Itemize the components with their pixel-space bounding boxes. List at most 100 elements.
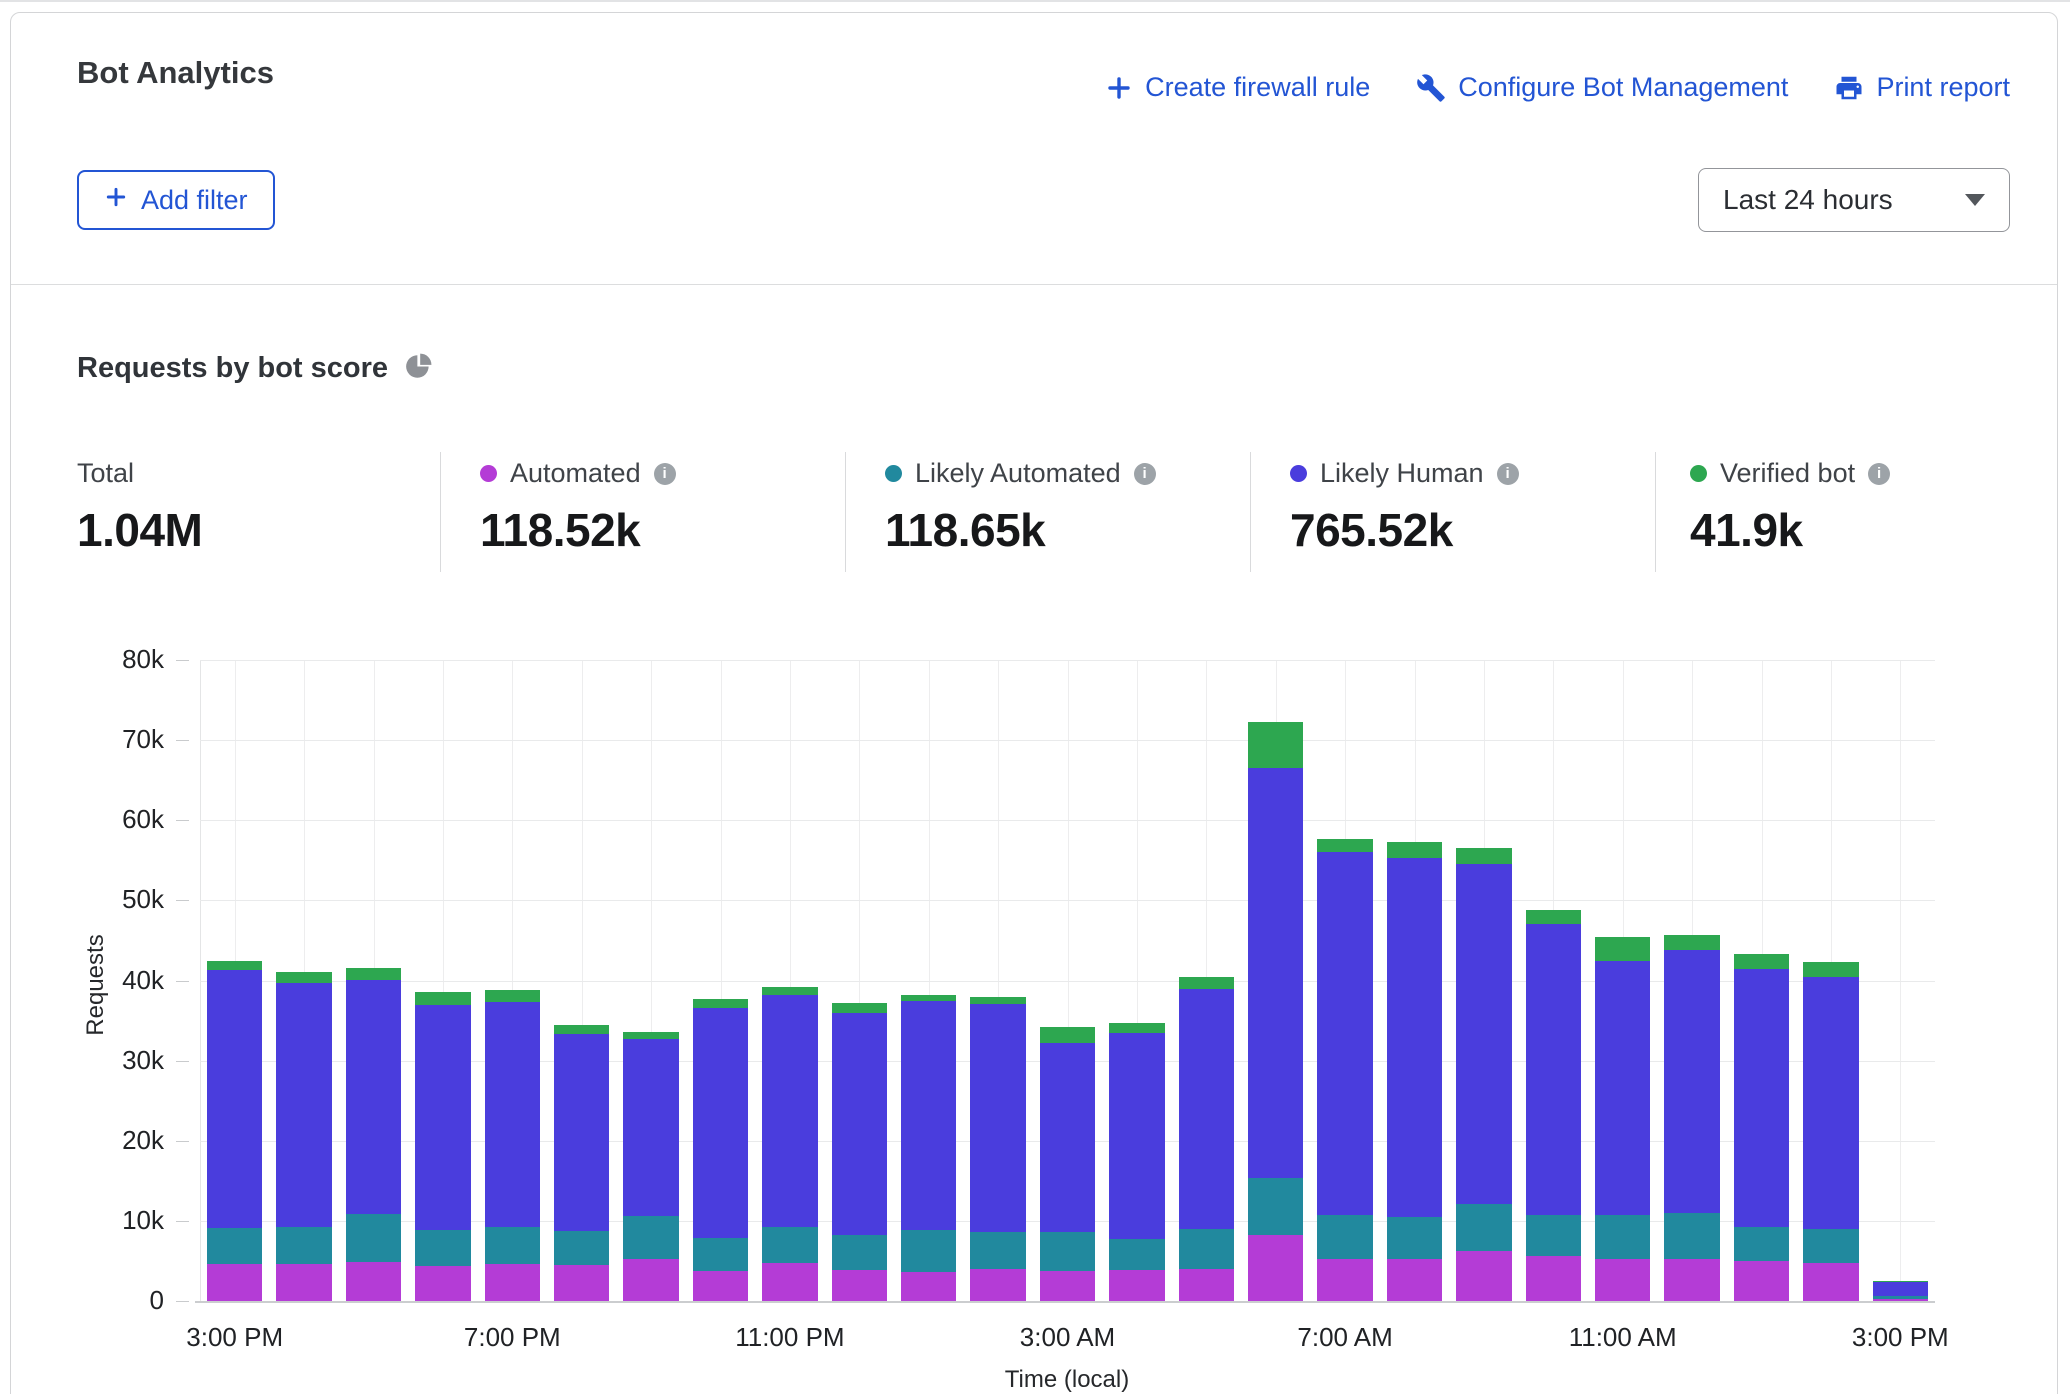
segment-likely-human bbox=[901, 1001, 957, 1229]
y-tick-label: 50k bbox=[60, 884, 164, 915]
info-icon[interactable]: i bbox=[1134, 463, 1156, 485]
segment-likely-human bbox=[207, 970, 263, 1228]
segment-automated bbox=[415, 1266, 471, 1301]
segment-likely-automated bbox=[1595, 1215, 1651, 1258]
bar-1-00-am[interactable] bbox=[901, 660, 957, 1301]
segment-likely-human bbox=[970, 1004, 1026, 1232]
bar-8-00-pm[interactable] bbox=[554, 660, 610, 1301]
segment-likely-human bbox=[1873, 1282, 1929, 1296]
bar-9-00-am[interactable] bbox=[1456, 660, 1512, 1301]
bar-1-00-pm[interactable] bbox=[1734, 660, 1790, 1301]
segment-automated bbox=[1109, 1270, 1165, 1301]
bar-5-00-pm[interactable] bbox=[346, 660, 402, 1301]
segment-automated bbox=[1526, 1256, 1582, 1301]
segment-verified-bot bbox=[1595, 937, 1651, 961]
y-tick-label: 30k bbox=[60, 1045, 164, 1076]
segment-likely-human bbox=[832, 1013, 888, 1235]
segment-likely-automated bbox=[832, 1235, 888, 1270]
y-tick-mark bbox=[176, 1221, 189, 1222]
print-report-link[interactable]: Print report bbox=[1834, 72, 2010, 103]
segment-verified-bot bbox=[346, 968, 402, 980]
bar-3-00-am[interactable] bbox=[1040, 660, 1096, 1301]
bar-8-00-am[interactable] bbox=[1387, 660, 1443, 1301]
segment-automated bbox=[693, 1271, 749, 1301]
segment-likely-automated bbox=[276, 1227, 332, 1264]
bar-11-00-am[interactable] bbox=[1595, 660, 1651, 1301]
add-filter-button[interactable]: Add filter bbox=[77, 170, 275, 230]
page-title: Bot Analytics bbox=[77, 55, 274, 91]
segment-likely-automated bbox=[207, 1228, 263, 1264]
bar-2-00-pm[interactable] bbox=[1803, 660, 1859, 1301]
segment-likely-automated bbox=[693, 1238, 749, 1272]
info-icon[interactable]: i bbox=[1868, 463, 1890, 485]
time-range-select[interactable]: Last 24 hours bbox=[1698, 168, 2010, 232]
bar-3-00-pm[interactable] bbox=[1873, 660, 1929, 1301]
chevron-down-icon bbox=[1965, 194, 1985, 206]
segment-likely-automated bbox=[970, 1232, 1026, 1269]
bar-4-00-pm[interactable] bbox=[276, 660, 332, 1301]
segment-likely-human bbox=[276, 983, 332, 1227]
segment-verified-bot bbox=[1664, 935, 1720, 950]
add-filter-label: Add filter bbox=[141, 185, 248, 216]
bar-6-00-pm[interactable] bbox=[415, 660, 471, 1301]
x-tick-label: 3:00 PM bbox=[1852, 1322, 1949, 1353]
bar-11-00-pm[interactable] bbox=[762, 660, 818, 1301]
segment-verified-bot bbox=[1387, 842, 1443, 858]
x-tick-label: 11:00 PM bbox=[735, 1322, 844, 1353]
pie-chart-icon bbox=[405, 353, 432, 385]
bar-9-00-pm[interactable] bbox=[623, 660, 679, 1301]
bar-10-00-am[interactable] bbox=[1526, 660, 1582, 1301]
bar-6-00-am[interactable] bbox=[1248, 660, 1304, 1301]
link-label: Configure Bot Management bbox=[1458, 72, 1788, 103]
segment-automated bbox=[1595, 1259, 1651, 1302]
segment-automated bbox=[207, 1264, 263, 1301]
bar-5-00-am[interactable] bbox=[1179, 660, 1235, 1301]
segment-likely-human bbox=[1526, 924, 1582, 1214]
stat-value: 1.04M bbox=[77, 503, 202, 557]
info-icon[interactable]: i bbox=[654, 463, 676, 485]
segment-automated bbox=[346, 1262, 402, 1301]
y-tick-mark bbox=[176, 981, 189, 982]
stat-label: Likely Automated bbox=[915, 458, 1121, 489]
segment-likely-human bbox=[1734, 969, 1790, 1227]
stat-label: Likely Human bbox=[1320, 458, 1484, 489]
x-tick-label: 11:00 AM bbox=[1569, 1322, 1677, 1353]
automated-legend-dot bbox=[480, 465, 497, 482]
bar-2-00-am[interactable] bbox=[970, 660, 1026, 1301]
stats-divider bbox=[1250, 452, 1251, 572]
segment-likely-human bbox=[1456, 864, 1512, 1205]
segment-likely-human bbox=[1595, 961, 1651, 1216]
segment-verified-bot bbox=[207, 961, 263, 971]
segment-likely-automated bbox=[1317, 1214, 1373, 1258]
create-firewall-rule-link[interactable]: Create firewall rule bbox=[1105, 72, 1370, 103]
bar-10-00-pm[interactable] bbox=[693, 660, 749, 1301]
y-tick-mark bbox=[176, 660, 189, 661]
segment-automated bbox=[1179, 1269, 1235, 1301]
y-tick-label: 20k bbox=[60, 1125, 164, 1156]
segment-verified-bot bbox=[1734, 954, 1790, 968]
likely-automated-legend-dot bbox=[885, 465, 902, 482]
stat-total: Total 1.04M bbox=[77, 458, 202, 557]
info-icon[interactable]: i bbox=[1497, 463, 1519, 485]
segment-likely-automated bbox=[485, 1227, 541, 1264]
segment-verified-bot bbox=[485, 990, 541, 1002]
segment-automated bbox=[901, 1272, 957, 1301]
section-title: Requests by bot score bbox=[77, 352, 388, 385]
bar-7-00-pm[interactable] bbox=[485, 660, 541, 1301]
stat-label: Automated bbox=[510, 458, 641, 489]
bar-12-00-am[interactable] bbox=[832, 660, 888, 1301]
x-axis-line bbox=[195, 1301, 1935, 1303]
segment-likely-automated bbox=[1873, 1296, 1929, 1298]
bar-4-00-am[interactable] bbox=[1109, 660, 1165, 1301]
y-axis-labels: 010k20k30k40k50k60k70k80k bbox=[60, 660, 164, 1301]
bar-12-00-pm[interactable] bbox=[1664, 660, 1720, 1301]
y-tick-mark bbox=[176, 900, 189, 901]
stat-value: 118.52k bbox=[480, 503, 676, 557]
segment-likely-automated bbox=[1664, 1213, 1720, 1260]
bar-3-00-pm[interactable] bbox=[207, 660, 263, 1301]
segment-likely-human bbox=[554, 1034, 610, 1230]
stat-value: 118.65k bbox=[885, 503, 1156, 557]
bar-7-00-am[interactable] bbox=[1317, 660, 1373, 1301]
segment-verified-bot bbox=[1456, 848, 1512, 863]
configure-bot-management-link[interactable]: Configure Bot Management bbox=[1416, 72, 1788, 103]
